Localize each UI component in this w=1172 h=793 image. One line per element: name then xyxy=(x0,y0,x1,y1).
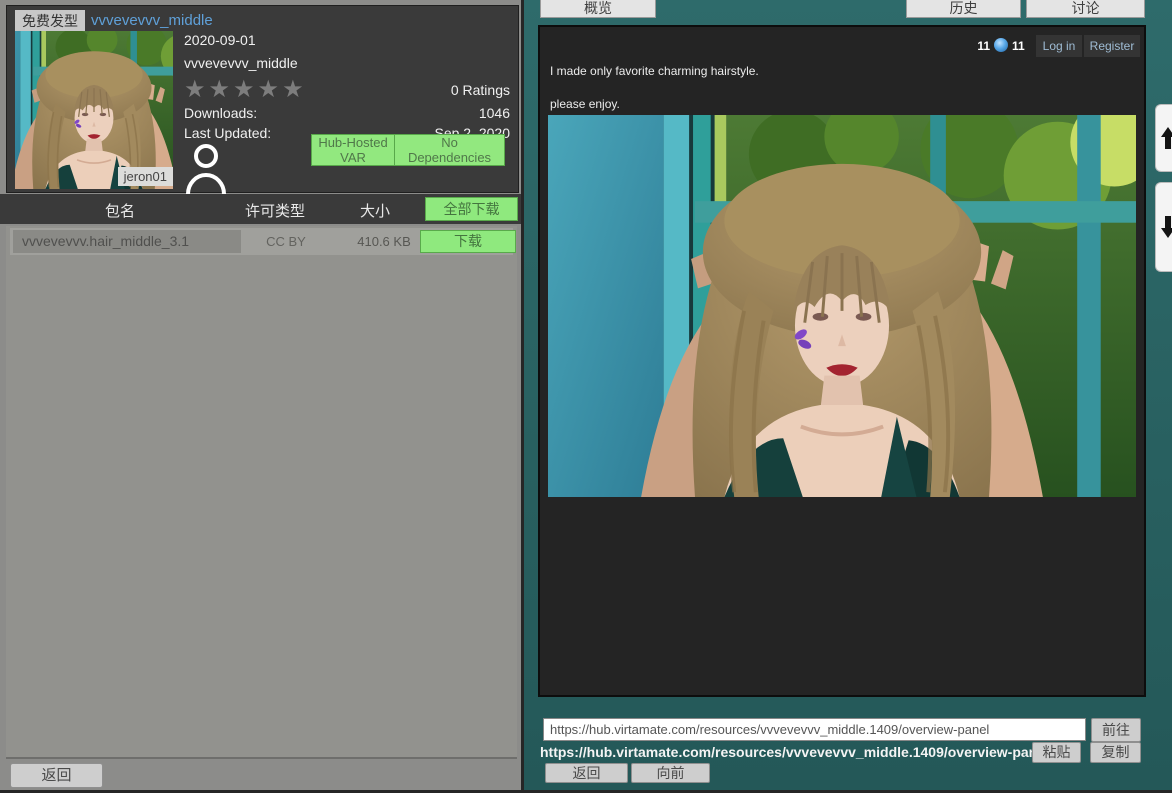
paste-button[interactable]: 粘贴 xyxy=(1032,742,1081,763)
download-button[interactable]: 下载 xyxy=(420,230,516,253)
embedded-browser: 11 11 Log in Register I made only favori… xyxy=(538,25,1146,697)
ratings-count: 0 Ratings xyxy=(451,82,510,98)
arrow-up-icon xyxy=(1160,126,1172,150)
back-button[interactable]: 返回 xyxy=(10,763,103,788)
current-url-text: https://hub.virtamate.com/resources/vvve… xyxy=(540,744,1049,760)
url-input[interactable] xyxy=(543,718,1086,741)
go-button[interactable]: 前往 xyxy=(1091,718,1141,742)
resource-info-box: 免费发型 vvvevevvv_middle jeron01 xyxy=(6,5,519,193)
package-panel: 免费发型 vvvevevvv_middle jeron01 xyxy=(0,0,521,790)
no-deps-line2: Dependencies xyxy=(395,150,504,165)
hub-browser-panel: 概览 历史 讨论 11 11 Log in Register I made on… xyxy=(524,0,1172,790)
no-deps-line1: No xyxy=(395,135,504,150)
license-cell: CC BY xyxy=(246,228,326,255)
resource-name: vvvevevvv_middle xyxy=(184,55,510,71)
star-icon[interactable]: ★ xyxy=(209,76,234,103)
author-tag: jeron01 xyxy=(118,167,173,186)
column-package-name: 包名 xyxy=(40,200,200,221)
tab-discussion[interactable]: 讨论 xyxy=(1026,0,1145,18)
hub-hosted-line2: VAR xyxy=(312,150,394,165)
likes-icon xyxy=(994,38,1008,52)
updated-label: Last Updated: xyxy=(184,125,271,141)
no-dependencies-badge: No Dependencies xyxy=(394,134,505,166)
description-line-2: please enjoy. xyxy=(550,97,620,111)
star-rating[interactable]: ★★★★★ xyxy=(184,75,307,104)
release-date: 2020-09-01 xyxy=(184,32,510,48)
tab-history[interactable]: 历史 xyxy=(906,0,1021,18)
browser-forward-button[interactable]: 向前 xyxy=(631,763,710,783)
star-icon[interactable]: ★ xyxy=(184,76,209,103)
tab-overview[interactable]: 概览 xyxy=(540,0,656,18)
download-all-button[interactable]: 全部下载 xyxy=(425,197,518,221)
table-row: vvvevevvv.hair_middle_3.1 CC BY 410.6 KB… xyxy=(10,228,513,255)
login-button[interactable]: Log in xyxy=(1036,35,1082,57)
downloads-value: 1046 xyxy=(479,105,510,121)
views-count: 11 xyxy=(970,39,990,53)
hub-hosted-line1: Hub-Hosted xyxy=(312,135,394,150)
downloads-label: Downloads: xyxy=(184,105,257,121)
package-table-header: 包名 许可类型 大小 全部下载 xyxy=(0,194,521,224)
star-icon[interactable]: ★ xyxy=(282,76,307,103)
resource-preview-image xyxy=(548,115,1136,497)
column-size: 大小 xyxy=(345,200,405,221)
arrow-down-icon xyxy=(1160,215,1172,239)
package-list: vvvevevvv.hair_middle_3.1 CC BY 410.6 KB… xyxy=(6,226,517,759)
likes-count: 11 xyxy=(1012,39,1025,53)
browser-back-button[interactable]: 返回 xyxy=(545,763,628,783)
downloads-row: Downloads: 1046 xyxy=(184,105,510,125)
package-name-cell: vvvevevvv.hair_middle_3.1 xyxy=(13,230,241,253)
star-icon[interactable]: ★ xyxy=(233,76,258,103)
resource-title-link[interactable]: vvvevevvv_middle xyxy=(91,12,213,29)
scroll-up-button[interactable] xyxy=(1155,104,1172,172)
user-icon xyxy=(184,142,228,199)
resource-thumbnail[interactable]: jeron01 xyxy=(15,31,173,189)
scroll-down-button[interactable] xyxy=(1155,182,1172,272)
category-badge: 免费发型 xyxy=(15,10,85,32)
column-license-type: 许可类型 xyxy=(235,200,315,221)
register-button[interactable]: Register xyxy=(1084,35,1140,57)
thumbnail-image xyxy=(15,31,173,189)
star-icon[interactable]: ★ xyxy=(258,76,283,103)
size-cell: 410.6 KB xyxy=(348,228,420,255)
copy-button[interactable]: 复制 xyxy=(1090,742,1141,763)
resource-meta: 2020-09-01 vvvevevvv_middle ★★★★★ 0 Rati… xyxy=(184,32,510,145)
description-line-1: I made only favorite charming hairstyle. xyxy=(550,64,759,78)
app-window: 免费发型 vvvevevvv_middle jeron01 xyxy=(0,0,1172,793)
hub-hosted-var-badge: Hub-Hosted VAR xyxy=(311,134,395,166)
rating-row: ★★★★★ 0 Ratings xyxy=(184,78,510,105)
